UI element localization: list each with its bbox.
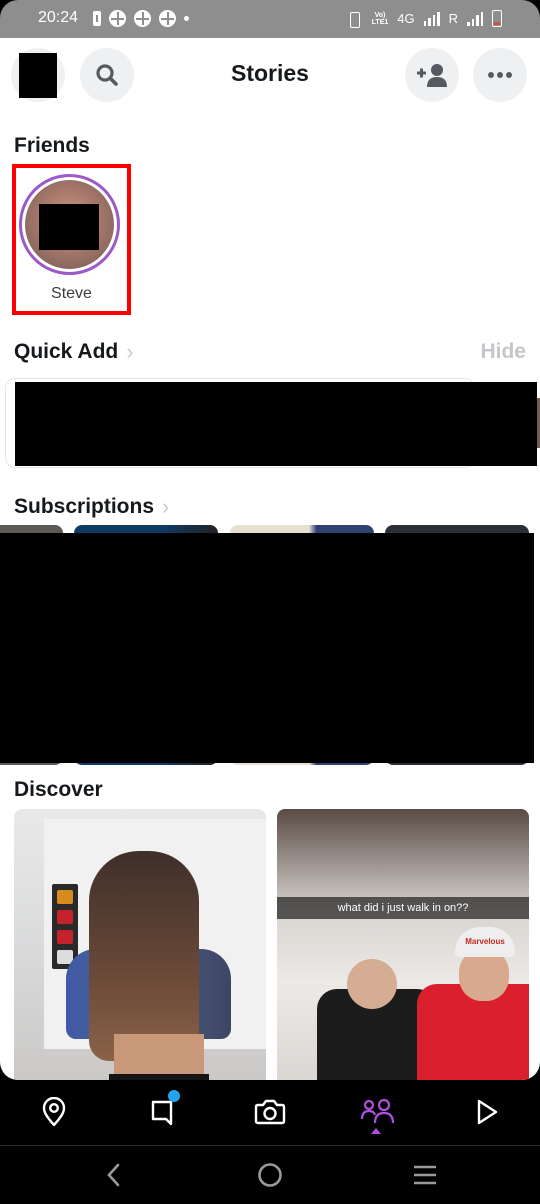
search-icon bbox=[96, 64, 118, 86]
app-notification-icon bbox=[109, 10, 126, 27]
add-friend-button[interactable] bbox=[405, 48, 459, 102]
recents-icon bbox=[414, 1165, 436, 1185]
subscriptions-header[interactable]: Subscriptions › bbox=[14, 494, 169, 520]
profile-avatar-button[interactable] bbox=[11, 48, 65, 102]
stories-page: Stories Friends Steve Quick Add › Hide S… bbox=[0, 38, 540, 1080]
system-back-button[interactable] bbox=[94, 1158, 134, 1192]
play-icon bbox=[477, 1099, 498, 1125]
app-notification-icon bbox=[159, 10, 176, 27]
system-status-icons: Vo) LTE1 4G R bbox=[345, 10, 502, 28]
home-icon bbox=[258, 1163, 282, 1187]
roaming-indicator: R bbox=[448, 11, 458, 26]
nav-chat[interactable] bbox=[142, 1090, 182, 1132]
discover-thumbnail-detail bbox=[347, 959, 397, 1009]
more-button[interactable] bbox=[473, 48, 527, 102]
discover-thumbnail-detail bbox=[89, 851, 199, 1061]
quick-add-title: Quick Add bbox=[14, 340, 119, 363]
roaming-signal-icon bbox=[467, 11, 483, 26]
redacted-quick-add-content bbox=[15, 382, 537, 466]
story-ring bbox=[19, 174, 120, 275]
discover-thumbnail-detail bbox=[114, 1034, 204, 1079]
chevron-right-icon: › bbox=[162, 494, 170, 519]
discover-header: Discover bbox=[14, 778, 103, 802]
system-nav-bar bbox=[0, 1146, 540, 1204]
status-bar: 20:24 Vo) LTE1 4G R bbox=[0, 0, 540, 38]
system-home-button[interactable] bbox=[250, 1158, 290, 1192]
hide-quick-add-button[interactable]: Hide bbox=[480, 340, 526, 364]
system-recents-button[interactable] bbox=[405, 1158, 445, 1192]
network-type: 4G bbox=[397, 11, 415, 26]
nav-camera[interactable] bbox=[250, 1092, 290, 1132]
page-title: Stories bbox=[231, 60, 309, 86]
discover-card[interactable]: Marvelous what did i just walk in on?? bbox=[277, 809, 529, 1080]
avatar bbox=[19, 52, 57, 98]
nav-map[interactable] bbox=[34, 1092, 74, 1132]
more-notifications-dot-icon bbox=[184, 16, 189, 21]
status-time: 20:24 bbox=[38, 9, 79, 26]
subscriptions-title: Subscriptions bbox=[14, 495, 155, 518]
friends-title: Friends bbox=[14, 134, 90, 157]
discover-thumbnail-overlay-text: Marvelous bbox=[455, 927, 515, 957]
active-tab-indicator bbox=[371, 1128, 381, 1134]
notification-icons bbox=[93, 10, 189, 27]
search-button[interactable] bbox=[80, 48, 134, 102]
chat-notification-badge bbox=[168, 1090, 180, 1102]
volte-icon: Vo) LTE1 bbox=[371, 11, 389, 26]
add-friend-icon bbox=[417, 64, 447, 87]
chevron-right-icon: › bbox=[126, 339, 134, 364]
redacted-subscriptions-content bbox=[0, 533, 534, 763]
more-icon bbox=[488, 72, 512, 78]
friends-icon bbox=[360, 1098, 395, 1124]
friend-story-steve[interactable]: Steve bbox=[12, 164, 131, 315]
vibrate-icon bbox=[345, 11, 363, 28]
map-pin-icon bbox=[42, 1097, 66, 1127]
camera-icon bbox=[254, 1099, 286, 1125]
friends-section-title: Friends bbox=[14, 134, 90, 158]
nav-spotlight[interactable] bbox=[466, 1092, 506, 1132]
redacted-face bbox=[39, 204, 99, 250]
app-notification-icon bbox=[134, 10, 151, 27]
friend-name: Steve bbox=[51, 285, 92, 302]
discover-title: Discover bbox=[14, 778, 103, 801]
discover-card[interactable] bbox=[14, 809, 266, 1080]
discover-thumbnail-detail bbox=[52, 884, 78, 969]
signal-4g-icon bbox=[423, 11, 440, 26]
friend-story-thumbnail bbox=[25, 180, 114, 269]
header: Stories bbox=[0, 38, 540, 114]
battery-saver-icon bbox=[93, 11, 101, 26]
discover-caption: what did i just walk in on?? bbox=[277, 897, 529, 919]
bottom-nav bbox=[0, 1080, 540, 1145]
quick-add-header[interactable]: Quick Add › bbox=[14, 339, 134, 365]
battery-low-icon bbox=[492, 10, 502, 27]
back-icon bbox=[107, 1163, 120, 1187]
nav-stories[interactable] bbox=[358, 1092, 398, 1132]
